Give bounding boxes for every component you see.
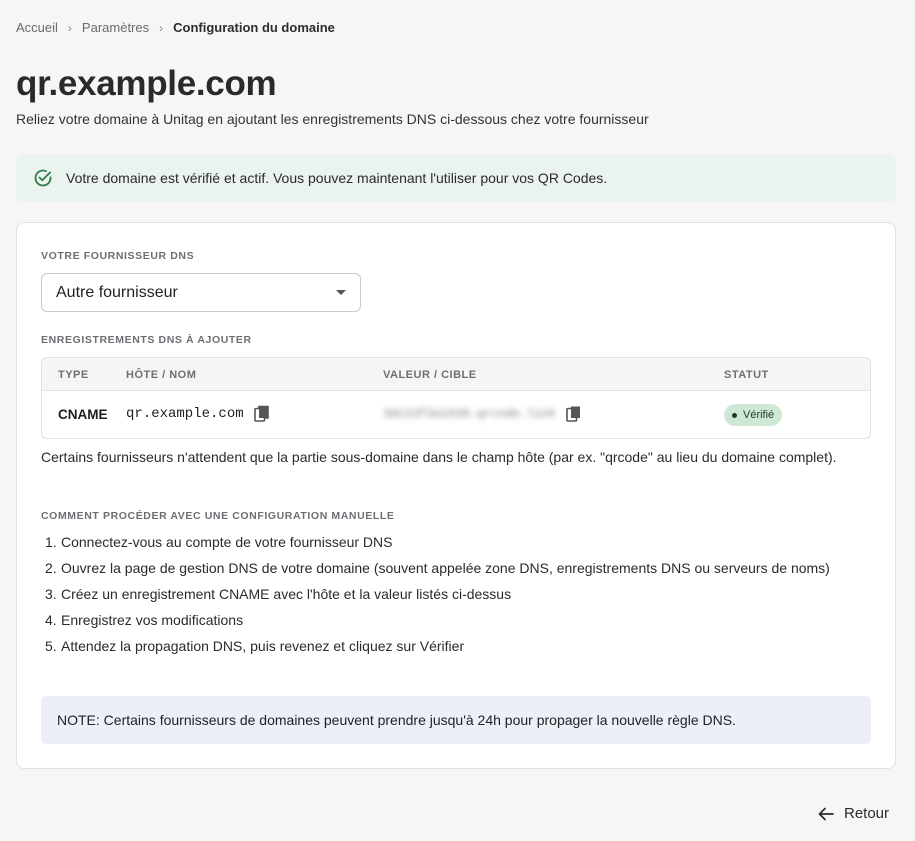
back-button-label: Retour — [844, 805, 890, 822]
table-header: TYPE HÔTE / NOM VALEUR / CIBLE STATUT — [42, 358, 870, 391]
list-item: 5. Attendez la propagation DNS, puis reve… — [45, 638, 465, 654]
status-badge: Vérifié — [724, 404, 783, 426]
breadcrumb-current: Configuration du domaine — [173, 20, 335, 35]
propagation-note-text: NOTE: Certains fournisseurs de domaines … — [57, 712, 736, 728]
status-badge-text: Vérifié — [743, 409, 775, 421]
dns-records-label: ENREGISTREMENTS DNS À AJOUTER — [41, 334, 252, 346]
back-button[interactable]: Retour — [818, 805, 889, 822]
record-host-text: qr.example.com — [126, 406, 244, 422]
chevron-right-icon: › — [159, 20, 164, 35]
list-item: 2. Ouvrez la page de gestion DNS de votre… — [45, 560, 830, 576]
record-type: CNAME — [58, 407, 108, 422]
copy-icon[interactable] — [566, 405, 582, 423]
header-host: HÔTE / NOM — [126, 369, 197, 381]
dns-config-card: VOTRE FOURNISSEUR DNS Autre fournisseur … — [16, 222, 896, 769]
breadcrumb: Accueil › Paramètres › Configuration du … — [16, 20, 335, 35]
host-note: Certains fournisseurs n'attendent que la… — [41, 449, 837, 465]
header-value: VALEUR / CIBLE — [383, 369, 477, 381]
page-title: qr.example.com — [16, 64, 277, 103]
propagation-note: NOTE: Certains fournisseurs de domaines … — [41, 696, 871, 744]
check-circle-icon — [34, 169, 52, 187]
list-item: 1. Connectez-vous au compte de votre four… — [45, 534, 393, 550]
manual-label: COMMENT PROCÉDER AVEC UNE CONFIGURATION … — [41, 510, 395, 522]
alert-text: Votre domaine est vérifié et actif. Vous… — [66, 170, 608, 186]
arrow-left-icon — [818, 807, 834, 820]
record-value-text: 3dc23f3a1539.qrcode.link — [383, 407, 556, 421]
table-row: CNAME qr.example.com 3dc23f3a1539.qrcode… — [42, 391, 870, 438]
caret-down-icon — [336, 290, 346, 295]
page-subtitle: Reliez votre domaine à Unitag en ajoutan… — [16, 111, 649, 127]
status-dot-icon — [732, 412, 737, 418]
record-status: Vérifié — [724, 404, 783, 426]
list-item: 3. Créez un enregistrement CNAME avec l'h… — [45, 586, 512, 602]
header-status: STATUT — [724, 369, 769, 381]
provider-label: VOTRE FOURNISSEUR DNS — [41, 250, 195, 262]
list-item: 4. Enregistrez vos modifications — [45, 612, 244, 628]
record-value: 3dc23f3a1539.qrcode.link — [383, 405, 582, 423]
dns-records-table: TYPE HÔTE / NOM VALEUR / CIBLE STATUT CN… — [41, 357, 871, 439]
header-type: TYPE — [58, 369, 89, 381]
record-host: qr.example.com — [126, 405, 270, 423]
verified-alert: Votre domaine est vérifié et actif. Vous… — [16, 154, 896, 202]
manual-steps-list: 1. Connectez-vous au compte de votre four… — [41, 532, 841, 662]
breadcrumb-home[interactable]: Accueil — [16, 20, 58, 35]
provider-select[interactable]: Autre fournisseur — [41, 273, 361, 312]
copy-icon[interactable] — [253, 405, 270, 423]
chevron-right-icon: › — [67, 20, 72, 35]
provider-select-value: Autre fournisseur — [56, 283, 178, 301]
breadcrumb-settings[interactable]: Paramètres — [82, 20, 149, 35]
